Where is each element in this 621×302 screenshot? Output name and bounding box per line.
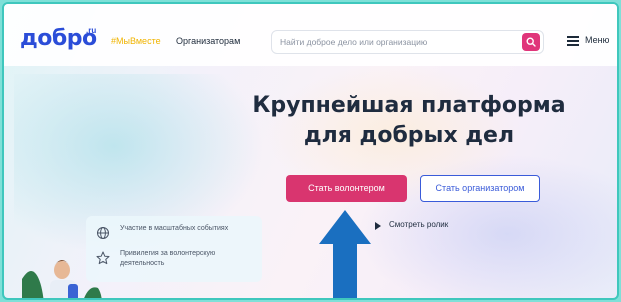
search-input[interactable]: Найти доброе дело или организацию [280,37,427,47]
search-box[interactable]: Найти доброе дело или организацию [271,30,544,54]
organizers-link[interactable]: Организаторам [176,36,240,46]
hashtag-link[interactable]: #МыВместе [111,36,161,46]
hamburger-icon [567,36,579,46]
become-volunteer-button[interactable]: Стать волонтером [286,175,407,202]
hero-title-line1: Крупнейшая платформа [252,93,566,118]
menu-label: Меню [585,35,610,45]
volunteer-illustration [22,260,102,298]
logo-suffix: .ru [86,26,97,35]
benefits-card: Участие в масштабных событиях Привилегия… [86,216,262,282]
hero-title-line2: для добрых дел [303,123,515,148]
watch-video-label: Смотреть ролик [389,220,449,229]
benefit-text: Привилегия за волонтерскую деятельность [120,250,216,267]
search-button[interactable] [522,33,540,51]
play-icon [375,222,381,230]
annotation-arrow-icon [319,210,371,298]
search-icon [526,37,536,47]
become-organizer-button[interactable]: Стать организатором [420,175,540,202]
benefit-text: Участие в масштабных событиях [120,225,229,232]
hero-title: Крупнейшая платформа для добрых дел [214,91,604,151]
globe-icon [97,227,109,239]
site-header: добро .ru #МыВместе Организаторам Найти … [4,4,617,66]
browser-frame: добро .ru #МыВместе Организаторам Найти … [2,2,619,300]
